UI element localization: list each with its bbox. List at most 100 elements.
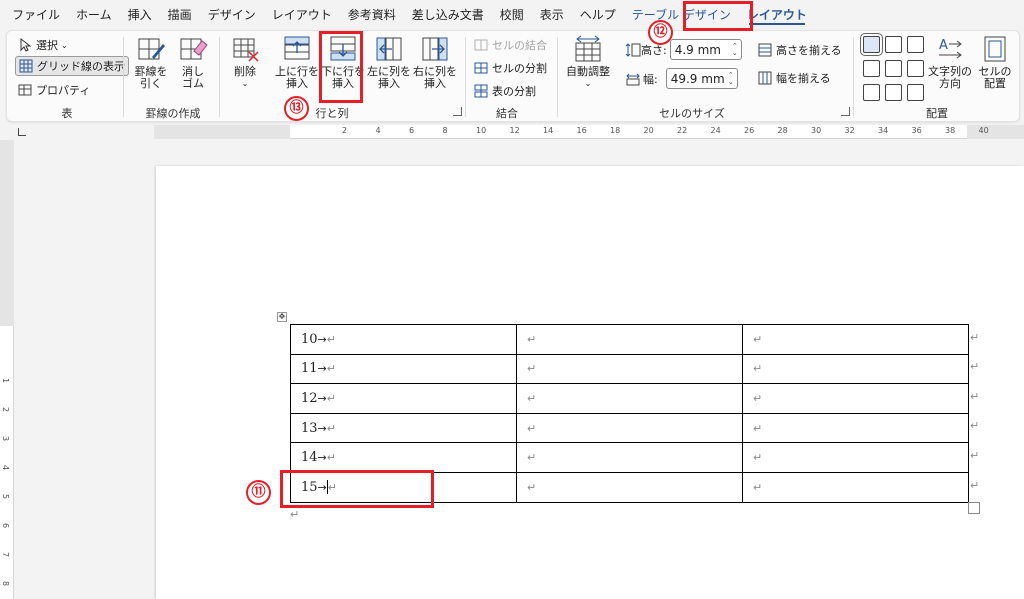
table-cell[interactable]: ↵ xyxy=(516,442,743,473)
insert-col-right-button[interactable]: 右に列を 挿入 xyxy=(413,35,457,90)
cursor-arrow-icon xyxy=(20,38,32,52)
distribute-cols-button[interactable]: 幅を揃える xyxy=(755,68,834,88)
gridlines-toggle[interactable]: グリッド線の表示 xyxy=(15,56,129,76)
svg-text:A: A xyxy=(939,38,948,53)
merge-cells-button[interactable]: セルの結合 xyxy=(471,35,550,55)
ruler-number: 36 xyxy=(911,126,922,135)
row-end-mark: ↵ xyxy=(970,449,980,462)
table-cell[interactable]: ↵ xyxy=(516,353,743,385)
table-cell[interactable]: ↵ xyxy=(742,383,969,414)
tab-file[interactable]: ファイル xyxy=(4,0,68,30)
menu-bar: ファイル ホーム 挿入 描画 デザイン レイアウト 参考資料 差し込み文書 校閲… xyxy=(0,0,1024,30)
group-label-rows-cols: 行と列 xyxy=(315,107,349,120)
ruler-number: 12 xyxy=(509,126,520,135)
text-direction-button[interactable]: A 文字列の 方向 xyxy=(927,35,973,90)
cell-end-mark: ↵ xyxy=(326,421,336,435)
rows-cols-dialog-launcher[interactable] xyxy=(453,107,462,116)
horizontal-ruler[interactable]: 2 4 6 8 10 12 14 16 18 20 22 24 26 28 30 32 34 36 38 40 xyxy=(154,125,1024,139)
ruler-number: 2 xyxy=(342,126,348,135)
cell-margins-button[interactable]: セルの 配置 xyxy=(975,35,1015,90)
cell-number: 13 xyxy=(301,420,318,436)
table-cell[interactable]: ↵ xyxy=(516,324,743,355)
tab-selector-icon[interactable] xyxy=(18,128,26,136)
vruler-number: 8 xyxy=(1,580,11,587)
align-middle-right-button[interactable] xyxy=(907,60,924,77)
delete-label: 削除 xyxy=(234,65,256,78)
table-cell[interactable]: 12→↵ xyxy=(290,383,517,414)
table-cell[interactable]: ↵ xyxy=(742,353,969,385)
tab-help[interactable]: ヘルプ xyxy=(572,0,624,30)
delete-button[interactable]: 削除 ⌄ xyxy=(225,35,265,90)
split-cells-button[interactable]: セルの分割 xyxy=(471,58,550,78)
table-cell[interactable]: ↵ xyxy=(516,412,743,444)
highlight-insert-below xyxy=(319,31,363,103)
vruler-number: 1 xyxy=(1,377,11,384)
distribute-rows-label: 高さを揃える xyxy=(776,44,842,57)
align-top-center-button[interactable] xyxy=(885,36,902,53)
table-cell[interactable]: ↵ xyxy=(742,471,969,503)
align-bottom-center-button[interactable] xyxy=(885,84,902,101)
group-label-draw: 罫線の作成 xyxy=(145,107,201,120)
vertical-ruler[interactable]: 123456789 xyxy=(0,140,14,599)
split-table-icon xyxy=(474,84,488,98)
tab-view[interactable]: 表示 xyxy=(532,0,572,30)
table-resize-handle[interactable] xyxy=(968,502,980,514)
cell-size-dialog-launcher[interactable] xyxy=(841,107,850,116)
insert-above-icon xyxy=(284,36,310,60)
properties-button[interactable]: プロパティ xyxy=(15,80,93,100)
distribute-rows-button[interactable]: 高さを揃える xyxy=(755,40,845,60)
align-top-right-button[interactable] xyxy=(907,36,924,53)
tab-draw[interactable]: 描画 xyxy=(160,0,200,30)
cell-end-mark: ↵ xyxy=(326,451,336,465)
table-move-handle-icon[interactable]: ✥ xyxy=(277,312,287,322)
insert-col-left-button[interactable]: 左に列を 挿入 xyxy=(367,35,411,90)
distribute-rows-icon xyxy=(758,43,772,57)
cell-end-mark: ↵ xyxy=(527,421,537,435)
row-height-value: 4.9 mm xyxy=(674,42,721,57)
table-cell[interactable]: ↵ xyxy=(516,471,743,503)
split-table-button[interactable]: 表の分割 xyxy=(471,81,539,101)
cell-number: 10 xyxy=(301,331,318,347)
group-label-merge: 結合 xyxy=(496,107,518,120)
spinner-icon[interactable]: ⌃ ⌄ xyxy=(728,71,734,86)
draw-table-button[interactable]: 罫線を 引く xyxy=(131,35,171,90)
col-width-input[interactable]: 49.9 mm ⌃ ⌄ xyxy=(665,68,738,89)
select-label: 選択 xyxy=(36,39,58,52)
align-middle-center-button[interactable] xyxy=(885,60,902,77)
tab-review[interactable]: 校閲 xyxy=(492,0,532,30)
align-bottom-left-button[interactable] xyxy=(863,84,880,101)
col-width-icon xyxy=(626,73,640,85)
autofit-button[interactable]: 自動調整 ⌄ xyxy=(561,35,615,90)
tab-design[interactable]: デザイン xyxy=(200,0,264,30)
table-cell[interactable]: ↵ xyxy=(742,442,969,473)
tab-home[interactable]: ホーム xyxy=(68,0,120,30)
table-cell[interactable]: 14→↵ xyxy=(290,442,517,473)
gridlines-label: グリッド線の表示 xyxy=(37,60,125,73)
align-top-left-button[interactable] xyxy=(860,33,883,56)
row-height-input[interactable]: 4.9 mm ⌃ ⌄ xyxy=(669,39,742,60)
select-button[interactable]: 選択 ⌄ xyxy=(15,35,71,55)
table-cell[interactable]: ↵ xyxy=(742,412,969,444)
tab-mailings[interactable]: 差し込み文書 xyxy=(404,0,492,30)
tab-references[interactable]: 参考資料 xyxy=(340,0,404,30)
ruler-number: 32 xyxy=(844,126,855,135)
table-cell[interactable]: ↵ xyxy=(742,324,969,355)
table-cell[interactable]: 10→↵ xyxy=(290,324,517,355)
table-cell[interactable]: 11→↵ xyxy=(290,353,517,385)
group-label-cell-size: セルのサイズ xyxy=(659,107,725,120)
spinner-icon[interactable]: ⌃ ⌄ xyxy=(732,42,738,57)
table-cell[interactable]: 13→↵ xyxy=(290,412,517,444)
group-divider xyxy=(557,37,558,117)
tab-layout[interactable]: レイアウト xyxy=(264,0,340,30)
step-13-badge: ⑬ xyxy=(284,96,309,121)
cell-end-mark: ↵ xyxy=(527,332,537,346)
align-middle-left-button[interactable] xyxy=(863,60,880,77)
eraser-button[interactable]: 消し ゴム xyxy=(173,35,213,90)
tab-insert[interactable]: 挿入 xyxy=(120,0,160,30)
cell-end-mark: ↵ xyxy=(753,332,763,346)
table-cell[interactable]: ↵ xyxy=(516,383,743,414)
align-bottom-right-button[interactable] xyxy=(907,84,924,101)
step-12-badge: ⑫ xyxy=(648,20,673,45)
insert-row-above-button[interactable]: 上に行を 挿入 xyxy=(275,35,319,90)
chevron-down-icon: ⌄ xyxy=(61,40,68,50)
